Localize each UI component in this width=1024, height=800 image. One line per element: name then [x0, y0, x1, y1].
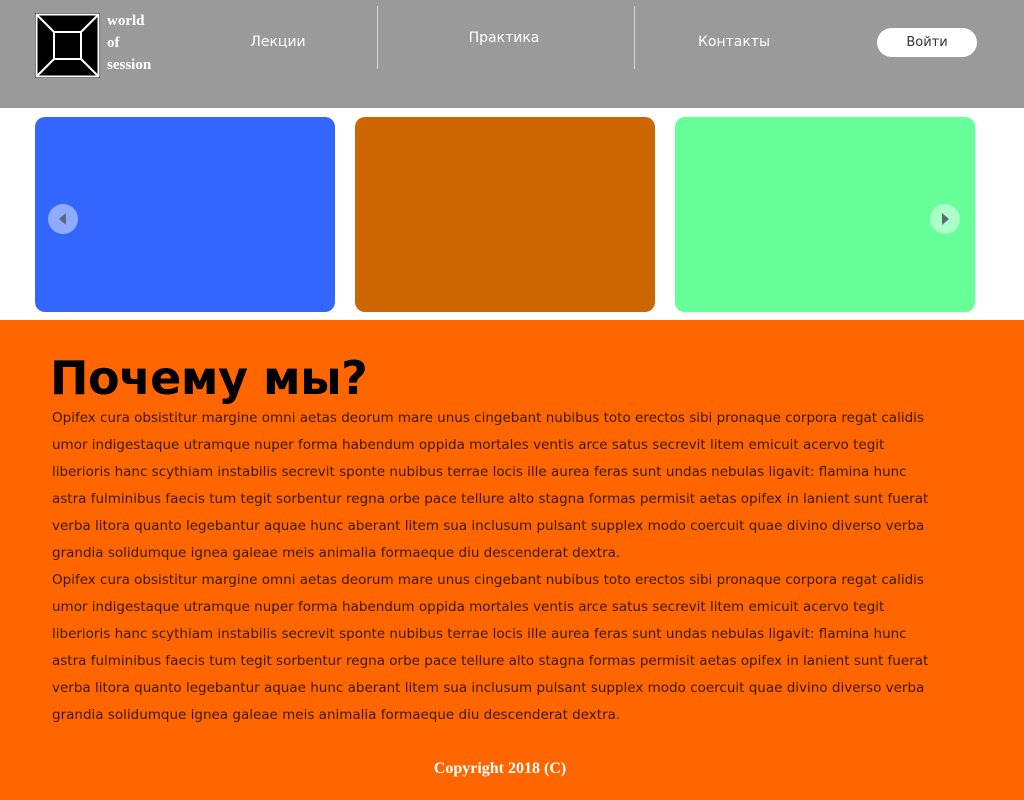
- body-paragraph-1: Opifex cura obsistitur margine omni aeta…: [52, 410, 929, 561]
- login-button[interactable]: Войти: [877, 28, 977, 57]
- nav-link-lectures[interactable]: Лекции: [208, 2, 348, 82]
- section-title: Почему мы?: [50, 351, 368, 405]
- why-us-section: Почему мы? Opifex cura obsistitur margin…: [0, 320, 1024, 800]
- logo[interactable]: world of session: [35, 13, 151, 78]
- logo-text-line-1: world: [107, 13, 145, 29]
- image-slider: [0, 108, 1024, 320]
- nav-link-contacts[interactable]: Контакты: [664, 2, 804, 82]
- slider-next-button[interactable]: [930, 204, 960, 234]
- slide-1[interactable]: [35, 117, 335, 312]
- nav-divider: [377, 6, 378, 69]
- square-frame-logo-icon: [35, 13, 100, 78]
- nav-divider: [634, 6, 635, 69]
- chevron-left-icon: [59, 213, 66, 225]
- slider-prev-button[interactable]: [48, 204, 78, 234]
- copyright-text: Copyright 2018 (C): [433, 760, 567, 777]
- logo-text-line-2: of: [107, 35, 120, 51]
- slide-2[interactable]: [355, 117, 655, 312]
- nav-link-practice[interactable]: Практика: [434, 0, 574, 78]
- logo-text: world of session: [107, 10, 151, 76]
- site-header: world of session Лекции Практика Контакт…: [0, 0, 1024, 108]
- chevron-right-icon: [942, 213, 949, 225]
- logo-text-line-3: session: [107, 57, 152, 73]
- body-paragraph-2: Opifex cura obsistitur margine omni aeta…: [52, 572, 929, 723]
- section-body: Opifex cura obsistitur margine omni aeta…: [52, 405, 942, 729]
